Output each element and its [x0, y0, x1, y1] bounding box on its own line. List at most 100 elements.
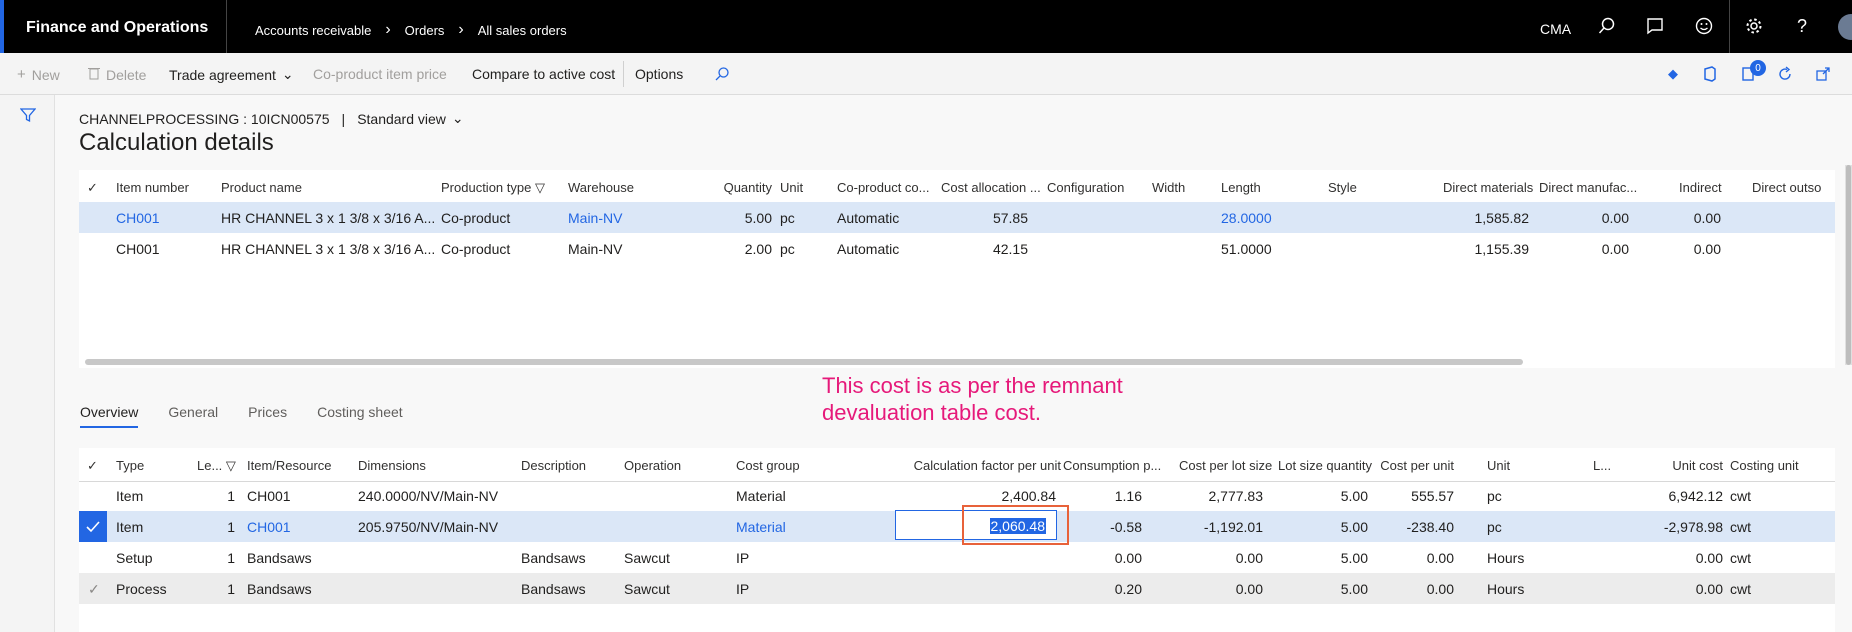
unit: pc	[780, 210, 795, 226]
warehouse[interactable]: Main-NV	[568, 241, 622, 257]
lot-size-quantity: 5.00	[1340, 550, 1368, 566]
annotation-note: This cost is as per the remnant devaluat…	[822, 373, 1123, 425]
tab-general[interactable]: General	[168, 404, 218, 428]
unit-cost: -2,978.98	[1663, 519, 1723, 535]
select-all-check[interactable]: ✓	[87, 458, 98, 474]
column-header[interactable]: Indirect	[1679, 180, 1722, 195]
direct-materials: 1,155.39	[1474, 241, 1530, 257]
trade-agreement-button[interactable]: Trade agreement ⌄	[169, 66, 294, 83]
check-icon[interactable]: ✓	[88, 581, 100, 598]
compare-active-cost-button[interactable]: Compare to active cost	[472, 66, 615, 82]
new-button[interactable]: + New	[17, 66, 60, 83]
options-button[interactable]: Options	[635, 66, 683, 82]
tab-costing-sheet[interactable]: Costing sheet	[317, 404, 403, 428]
search-icon[interactable]	[1595, 14, 1619, 38]
filter-icon[interactable]	[19, 107, 37, 126]
office-icon[interactable]	[1700, 64, 1720, 84]
cost-allocation: 42.15	[992, 241, 1028, 257]
length[interactable]: 28.0000	[1221, 210, 1272, 226]
gear-icon[interactable]	[1742, 14, 1766, 38]
item-resource: Bandsaws	[247, 550, 312, 566]
item-number[interactable]: CH001	[116, 210, 160, 226]
column-header[interactable]: Style	[1328, 180, 1357, 195]
tab-prices[interactable]: Prices	[248, 404, 287, 428]
search-icon[interactable]	[714, 66, 730, 82]
table-row[interactable]: CH001 HR CHANNEL 3 x 1 3/8 x 3/16 A... C…	[79, 233, 1835, 264]
view-selector[interactable]: Standard view ⌄	[357, 110, 463, 127]
help-icon[interactable]: ?	[1790, 14, 1814, 38]
table-row[interactable]: Item 1 CH001 240.0000/NV/Main-NV Materia…	[79, 480, 1835, 511]
item-resource[interactable]: CH001	[247, 519, 291, 535]
delete-button[interactable]: Delete	[88, 66, 146, 84]
column-header[interactable]: L...	[1593, 458, 1611, 473]
column-header[interactable]: Costing unit	[1730, 458, 1799, 473]
column-header[interactable]: Item number	[116, 180, 189, 195]
app-title[interactable]: Finance and Operations	[26, 19, 208, 37]
column-header[interactable]: Width	[1152, 180, 1185, 195]
calculation-factor: 2,400.84	[1001, 488, 1057, 504]
refresh-icon[interactable]	[1775, 64, 1795, 84]
coproduct-item-price-button[interactable]: Co-product item price	[313, 66, 447, 82]
cost-per-unit: 555.57	[1411, 488, 1454, 504]
tab-overview[interactable]: Overview	[80, 404, 139, 428]
column-header[interactable]: Direct outso	[1752, 180, 1821, 195]
costing-unit: cwt	[1730, 550, 1751, 566]
table-row[interactable]: Setup 1 Bandsaws Bandsaws Sawcut IP 0.00…	[79, 542, 1835, 573]
select-all-check[interactable]: ✓	[87, 180, 98, 196]
column-header[interactable]: Operation	[624, 458, 681, 473]
column-header[interactable]: Cost per unit	[1375, 458, 1454, 473]
production-type: Co-product	[441, 241, 511, 257]
breadcrumb: Accounts receivable › Orders › All sales…	[255, 21, 567, 39]
column-header[interactable]: Co-product co...	[837, 180, 930, 195]
table-row[interactable]: ✓ Process 1 Bandsaws Bandsaws Sawcut IP …	[79, 573, 1835, 604]
item-resource: CH001	[247, 488, 291, 504]
item-number[interactable]: CH001	[116, 241, 160, 257]
column-header[interactable]: Unit	[780, 180, 803, 195]
breadcrumb-accounts-receivable[interactable]: Accounts receivable	[255, 23, 371, 38]
smiley-icon[interactable]	[1692, 14, 1716, 38]
row-check[interactable]	[79, 511, 107, 542]
column-header[interactable]: Cost allocation ...	[941, 180, 1041, 195]
column-header[interactable]: Type	[116, 458, 144, 473]
column-header[interactable]: Item/Resource	[247, 458, 332, 473]
cost-group[interactable]: Material	[736, 519, 786, 535]
compare-active-cost-label: Compare to active cost	[472, 66, 616, 82]
column-header[interactable]: Calculation factor per unit	[889, 458, 1061, 473]
column-header[interactable]: Cost group	[736, 458, 800, 473]
column-header[interactable]: Length	[1221, 180, 1261, 195]
cost-per-lot-size: 0.00	[1235, 550, 1263, 566]
production-type: Co-product	[441, 210, 511, 226]
cost-per-lot-size: -1,192.01	[1203, 519, 1263, 535]
breadcrumb-all-sales-orders[interactable]: All sales orders	[478, 23, 567, 38]
column-header[interactable]: Configuration	[1047, 180, 1124, 195]
column-header[interactable]: Lot size quantity	[1278, 458, 1372, 473]
column-header[interactable]: Dimensions	[358, 458, 426, 473]
column-header[interactable]: Product name	[221, 180, 302, 195]
trash-icon	[88, 66, 100, 84]
column-header[interactable]: Unit	[1487, 458, 1510, 473]
message-icon[interactable]	[1643, 14, 1667, 38]
direct-manufacturing: 0.00	[1601, 210, 1629, 226]
cost-per-unit: 0.00	[1426, 581, 1454, 597]
column-header[interactable]: Le... ▽	[197, 458, 236, 474]
power-apps-icon[interactable]: ◆	[1663, 64, 1683, 84]
breadcrumb-orders[interactable]: Orders	[405, 23, 445, 38]
column-header[interactable]: Cost per lot size	[1179, 458, 1272, 473]
column-header[interactable]: Warehouse	[568, 180, 634, 195]
column-header[interactable]: Direct manufac...	[1539, 180, 1637, 195]
avatar[interactable]	[1838, 14, 1852, 40]
company-picker[interactable]: CMA	[1540, 21, 1571, 37]
open-new-window-icon[interactable]	[1813, 64, 1833, 84]
column-header[interactable]: Consumption p...	[1063, 458, 1161, 473]
column-header[interactable]: Description	[521, 458, 586, 473]
column-header[interactable]: Production type ▽	[441, 180, 545, 196]
column-header[interactable]: Direct materials	[1443, 180, 1533, 195]
column-header[interactable]: Unit cost	[1639, 458, 1723, 473]
horizontal-scrollbar[interactable]	[85, 359, 1523, 365]
warehouse[interactable]: Main-NV	[568, 210, 622, 226]
divider	[1729, 0, 1730, 53]
vertical-scrollbar-thumb[interactable]	[1846, 165, 1851, 365]
column-header[interactable]: Quantity	[704, 180, 772, 195]
notification-badge: 0	[1750, 60, 1766, 76]
table-row[interactable]: CH001 HR CHANNEL 3 x 1 3/8 x 3/16 A... C…	[79, 202, 1835, 233]
